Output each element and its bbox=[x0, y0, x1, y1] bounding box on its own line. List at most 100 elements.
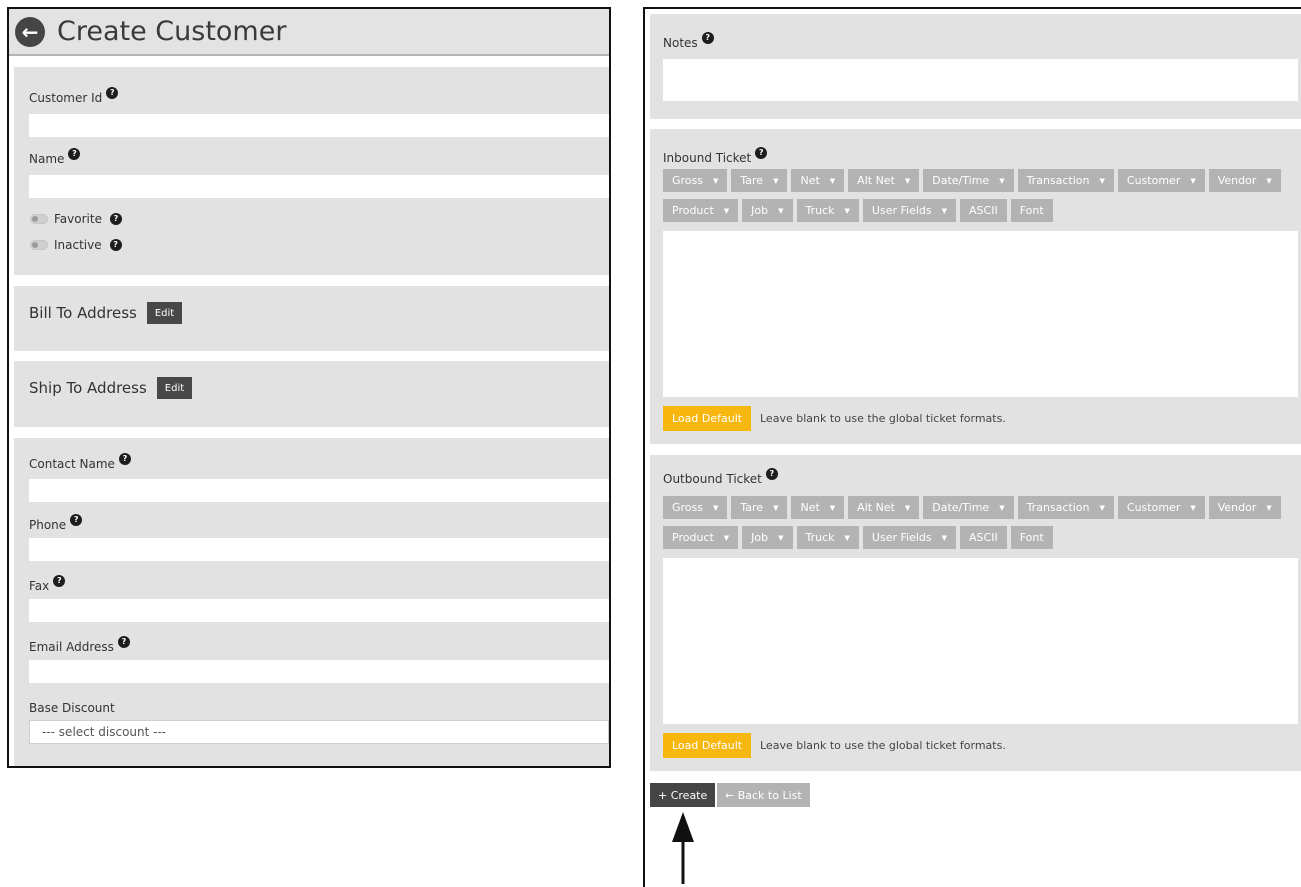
gross-dropdown-button[interactable]: Gross ▼ bbox=[663, 496, 728, 519]
notes-textarea[interactable] bbox=[663, 59, 1298, 101]
help-icon[interactable]: ? bbox=[106, 87, 119, 99]
user-fields-dropdown-button[interactable]: User Fields ▼ bbox=[862, 199, 957, 222]
job-dropdown-button[interactable]: Job ▼ bbox=[742, 199, 793, 222]
name-label-text: Name bbox=[29, 152, 65, 166]
contact-name-input[interactable] bbox=[29, 479, 609, 502]
notes-section: Notes ? bbox=[650, 14, 1301, 119]
phone-label-text: Phone bbox=[29, 518, 67, 532]
inactive-toggle-row: Inactive ? bbox=[30, 238, 122, 252]
page-title: Create Customer bbox=[57, 16, 287, 47]
date-time-dropdown-button[interactable]: Date/Time ▼ bbox=[923, 169, 1014, 192]
gross-dropdown-button[interactable]: Gross ▼ bbox=[663, 169, 728, 192]
inbound-ticket-section: Inbound Ticket ? Gross ▼ Tare ▼ Net ▼ Alt N… bbox=[650, 129, 1301, 444]
transaction-dropdown-button[interactable]: Transaction ▼ bbox=[1017, 496, 1114, 519]
vendor-dropdown-button[interactable]: Vendor ▼ bbox=[1208, 169, 1281, 192]
email-label-text: Email Address bbox=[29, 640, 114, 654]
bill-to-section: Bill To Address Edit bbox=[14, 286, 609, 351]
ship-to-section: Ship To Address Edit bbox=[14, 361, 609, 427]
job-dropdown-button[interactable]: Job ▼ bbox=[742, 526, 793, 549]
inbound-hint-text: Leave blank to use the global ticket for… bbox=[760, 412, 1006, 425]
base-discount-select[interactable]: --- select discount --- bbox=[29, 720, 609, 744]
inbound-load-default-button[interactable]: Load Default bbox=[663, 406, 752, 431]
fax-label-text: Fax bbox=[29, 579, 50, 593]
inbound-toolbar-row-2: Product ▼ Job ▼ Truck ▼ User Fields ▼ ASCII … bbox=[663, 199, 1053, 222]
customer-id-label-text: Customer Id bbox=[29, 91, 103, 105]
pointer-arrow-icon bbox=[672, 812, 694, 884]
help-icon[interactable]: ? bbox=[109, 239, 122, 251]
outbound-ticket-label-text: Outbound Ticket bbox=[663, 472, 762, 486]
help-icon[interactable]: ? bbox=[68, 148, 81, 160]
create-customer-panel: ← Create Customer Customer Id ? Name ? F… bbox=[7, 7, 611, 768]
bill-to-edit-button[interactable]: Edit bbox=[146, 302, 183, 324]
outbound-hint-text: Leave blank to use the global ticket for… bbox=[760, 739, 1006, 752]
contact-name-label-text: Contact Name bbox=[29, 457, 115, 471]
tare-dropdown-button[interactable]: Tare ▼ bbox=[731, 496, 788, 519]
arrow-left-circle-icon[interactable]: ← bbox=[15, 16, 45, 47]
email-label: Email Address ? bbox=[29, 636, 130, 654]
bill-to-title: Bill To Address bbox=[29, 304, 137, 322]
phone-input[interactable] bbox=[29, 538, 609, 561]
truck-dropdown-button[interactable]: Truck ▼ bbox=[796, 199, 859, 222]
net-dropdown-button[interactable]: Net ▼ bbox=[791, 169, 845, 192]
help-icon[interactable]: ? bbox=[117, 636, 130, 648]
email-input[interactable] bbox=[29, 660, 609, 683]
user-fields-dropdown-button[interactable]: User Fields ▼ bbox=[862, 526, 957, 549]
right-panel: Notes ? Inbound Ticket ? Gross ▼ Tare ▼ Ne… bbox=[643, 7, 1301, 887]
font-button[interactable]: Font bbox=[1010, 199, 1053, 222]
ascii-button[interactable]: ASCII bbox=[960, 199, 1007, 222]
name-label: Name ? bbox=[29, 148, 81, 166]
customer-dropdown-button[interactable]: Customer ▼ bbox=[1117, 169, 1205, 192]
outbound-ticket-section: Outbound Ticket ? Gross ▼ Tare ▼ Net ▼ Alt … bbox=[650, 455, 1301, 771]
product-dropdown-button[interactable]: Product ▼ bbox=[663, 199, 739, 222]
fax-label: Fax ? bbox=[29, 575, 66, 593]
outbound-load-default-button[interactable]: Load Default bbox=[663, 733, 752, 758]
help-icon[interactable]: ? bbox=[755, 147, 768, 159]
contact-name-label: Contact Name ? bbox=[29, 453, 131, 471]
ship-to-title-row: Ship To Address Edit bbox=[29, 377, 193, 399]
font-button[interactable]: Font bbox=[1010, 526, 1053, 549]
truck-dropdown-button[interactable]: Truck ▼ bbox=[796, 526, 859, 549]
ascii-button[interactable]: ASCII bbox=[960, 526, 1007, 549]
product-dropdown-button[interactable]: Product ▼ bbox=[663, 526, 739, 549]
tare-dropdown-button[interactable]: Tare ▼ bbox=[731, 169, 788, 192]
customer-id-label: Customer Id ? bbox=[29, 87, 119, 105]
base-discount-label: Base Discount bbox=[29, 701, 115, 715]
inbound-ticket-textarea[interactable] bbox=[663, 231, 1298, 397]
vendor-dropdown-button[interactable]: Vendor ▼ bbox=[1208, 496, 1281, 519]
inactive-label: Inactive bbox=[54, 238, 102, 252]
outbound-ticket-textarea[interactable] bbox=[663, 558, 1298, 724]
create-button[interactable]: + Create bbox=[650, 783, 716, 807]
customer-id-input[interactable] bbox=[29, 114, 609, 137]
help-icon[interactable]: ? bbox=[109, 213, 122, 225]
transaction-dropdown-button[interactable]: Transaction ▼ bbox=[1017, 169, 1114, 192]
outbound-toolbar-row-2: Product ▼ Job ▼ Truck ▼ User Fields ▼ ASCII … bbox=[663, 526, 1053, 549]
net-dropdown-button[interactable]: Net ▼ bbox=[791, 496, 845, 519]
bill-to-title-row: Bill To Address Edit bbox=[29, 302, 183, 324]
help-icon[interactable]: ? bbox=[70, 514, 83, 526]
date-time-dropdown-button[interactable]: Date/Time ▼ bbox=[923, 496, 1014, 519]
back-to-list-button[interactable]: ← Back to List bbox=[717, 783, 810, 807]
general-section: Customer Id ? Name ? Favorite ? Inactive… bbox=[14, 67, 609, 275]
inactive-toggle[interactable] bbox=[30, 240, 48, 250]
help-icon[interactable]: ? bbox=[118, 453, 131, 465]
outbound-ticket-label: Outbound Ticket ? bbox=[663, 468, 778, 486]
alt-net-dropdown-button[interactable]: Alt Net ▼ bbox=[848, 496, 920, 519]
help-icon[interactable]: ? bbox=[701, 32, 714, 44]
customer-dropdown-button[interactable]: Customer ▼ bbox=[1117, 496, 1205, 519]
phone-label: Phone ? bbox=[29, 514, 83, 532]
alt-net-dropdown-button[interactable]: Alt Net ▼ bbox=[848, 169, 920, 192]
favorite-label: Favorite bbox=[54, 212, 102, 226]
inbound-toolbar-row-1: Gross ▼ Tare ▼ Net ▼ Alt Net ▼ Date/Time ▼ Tr… bbox=[663, 169, 1281, 192]
help-icon[interactable]: ? bbox=[53, 575, 66, 587]
help-icon[interactable]: ? bbox=[765, 468, 778, 480]
page-header: ← Create Customer bbox=[9, 9, 609, 56]
name-input[interactable] bbox=[29, 175, 609, 198]
ship-to-edit-button[interactable]: Edit bbox=[156, 377, 193, 399]
favorite-toggle[interactable] bbox=[30, 214, 48, 224]
notes-label-text: Notes bbox=[663, 36, 698, 50]
inbound-ticket-label: Inbound Ticket ? bbox=[663, 147, 768, 165]
favorite-toggle-row: Favorite ? bbox=[30, 212, 122, 226]
inbound-ticket-label-text: Inbound Ticket bbox=[663, 151, 752, 165]
fax-input[interactable] bbox=[29, 599, 609, 622]
contact-section: Contact Name ? Phone ? Fax ? Email Addre… bbox=[14, 438, 609, 766]
